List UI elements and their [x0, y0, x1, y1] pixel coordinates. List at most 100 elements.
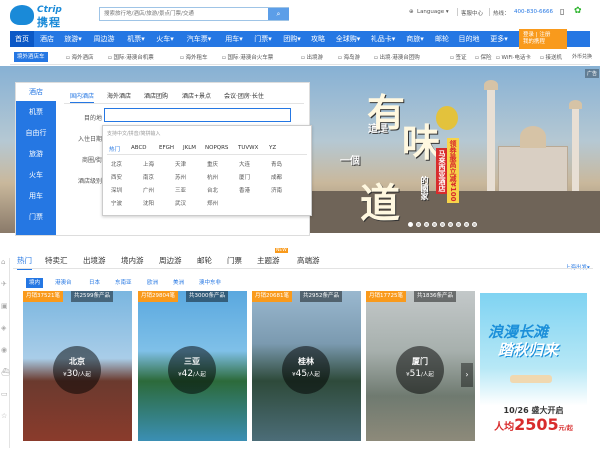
- pagination-dot[interactable]: [456, 222, 461, 227]
- destination-card-xiamen[interactable]: 月销17725笔 共1836条产品 厦门 ¥51/人起: [366, 291, 475, 441]
- ship-icon[interactable]: ⛴: [1, 368, 10, 376]
- ticket-icon[interactable]: ▭: [1, 390, 9, 398]
- tab-overseas-hotel[interactable]: 海外酒店: [107, 91, 131, 100]
- subnav-insurance[interactable]: ▫ 保险: [475, 53, 492, 61]
- sec-tab-cruise[interactable]: 邮轮: [197, 255, 212, 266]
- side-tab-tour[interactable]: 旅游: [16, 145, 56, 163]
- nav-nearby[interactable]: 周边游: [88, 31, 120, 47]
- city-option[interactable]: 苏州: [175, 173, 186, 181]
- dd-tab-tuvwx[interactable]: TUVWX: [238, 145, 258, 151]
- language-link[interactable]: Language ▾: [417, 9, 449, 15]
- dd-tab-yz[interactable]: YZ: [269, 145, 276, 151]
- subnav-car-rental[interactable]: ▫ 海外租车: [180, 53, 208, 61]
- city-option[interactable]: 青岛: [271, 160, 282, 168]
- sec-tab-sale[interactable]: 特卖汇: [45, 255, 68, 266]
- tab-meeting[interactable]: 会议·团房·长住: [224, 91, 264, 100]
- pagination-dot[interactable]: [408, 222, 413, 227]
- nav-car[interactable]: 用车▾: [221, 31, 247, 47]
- sec-tab-theme[interactable]: 主题游: [257, 255, 280, 266]
- nav-hotel[interactable]: 酒店: [36, 31, 58, 47]
- sec-tab-tickets[interactable]: 门票: [227, 255, 242, 266]
- city-option[interactable]: 天津: [175, 160, 186, 168]
- region-domestic[interactable]: 境内: [26, 278, 44, 288]
- subnav-overseas-hotel[interactable]: ▫ 海外酒店: [66, 53, 94, 61]
- subnav-transfer[interactable]: ▫ 接送机: [540, 53, 562, 61]
- nav-business[interactable]: 商旅▾: [402, 31, 428, 47]
- side-tab-car[interactable]: 用车: [16, 187, 56, 205]
- sec-tab-outbound[interactable]: 出境游: [83, 255, 106, 266]
- destination-input[interactable]: [104, 108, 291, 122]
- city-option[interactable]: 武汉: [175, 199, 186, 207]
- user-login-box[interactable]: 登录 | 注册 我的携程: [519, 29, 567, 49]
- tab-hotel-attraction[interactable]: 酒店+景点: [182, 91, 211, 100]
- subnav-currency[interactable]: 外币兑换: [572, 53, 592, 60]
- pagination-dot[interactable]: [464, 222, 469, 227]
- sec-tab-luxury[interactable]: 高端游: [297, 255, 320, 266]
- city-option[interactable]: 厦门: [239, 173, 250, 181]
- pagination-dot[interactable]: [472, 222, 477, 227]
- mobile-icon[interactable]: ▯: [560, 7, 564, 16]
- sec-tab-domestic[interactable]: 境内游: [121, 255, 144, 266]
- city-option[interactable]: 杭州: [207, 173, 218, 181]
- region-sea[interactable]: 东南亚: [112, 278, 135, 288]
- subnav-outbound[interactable]: ▫ 出境游: [301, 53, 323, 61]
- side-tab-flight[interactable]: 机票: [16, 103, 56, 121]
- city-option[interactable]: 深圳: [111, 186, 122, 194]
- side-tab-tickets[interactable]: 门票: [16, 208, 56, 226]
- city-option[interactable]: 广州: [143, 186, 154, 194]
- login-link[interactable]: 登录 | 注册: [523, 32, 563, 39]
- city-option[interactable]: 上海: [143, 160, 154, 168]
- region-japan[interactable]: 日本: [86, 278, 103, 288]
- region-aus-me-af[interactable]: 澳中东非: [196, 278, 224, 288]
- city-option[interactable]: 成都: [271, 173, 282, 181]
- ctrip-logo[interactable]: Ctrip 携程: [10, 2, 88, 29]
- subnav-intl-train[interactable]: ▫ 国际·港澳台火车票: [222, 53, 273, 61]
- nav-destination[interactable]: 目的地: [455, 31, 483, 47]
- pagination-dot[interactable]: [416, 222, 421, 227]
- side-tab-freetravel[interactable]: 自由行: [16, 124, 56, 142]
- nav-giftcard[interactable]: 礼品卡▾: [367, 31, 399, 47]
- nav-bus[interactable]: 汽车票▾: [180, 31, 218, 47]
- help-link[interactable]: 客服中心: [461, 9, 483, 17]
- sec-tab-nearby[interactable]: 周边游: [159, 255, 182, 266]
- nav-shopping[interactable]: 全球购▾: [332, 31, 364, 47]
- nav-cruise[interactable]: 邮轮: [431, 31, 453, 47]
- subnav-visa[interactable]: ▫ 签证: [450, 53, 467, 61]
- city-option[interactable]: 台北: [207, 186, 218, 194]
- nav-tickets[interactable]: 门票▾: [250, 31, 276, 47]
- boracay-ad-card[interactable]: 浪漫长滩 踏秋归来 10/26 盛大开启 人均2505元/起: [480, 293, 587, 443]
- region-europe[interactable]: 欧洲: [144, 278, 161, 288]
- pagination-dot[interactable]: [440, 222, 445, 227]
- pagination-dot[interactable]: [432, 222, 437, 227]
- search-input[interactable]: [100, 8, 266, 20]
- side-tab-hotel[interactable]: 酒店: [16, 83, 56, 101]
- subnav-wifi[interactable]: ▫ WiFi·电话卡: [496, 53, 531, 61]
- departure-select[interactable]: 上海出发▾: [565, 263, 590, 271]
- city-option[interactable]: 香港: [239, 186, 250, 194]
- bag-icon[interactable]: ▣: [1, 302, 9, 310]
- dd-tab-jklm[interactable]: JKLM: [183, 145, 196, 151]
- tab-hotel-groupbuy[interactable]: 酒店团购: [144, 91, 168, 100]
- side-tab-train[interactable]: 火车: [16, 166, 56, 184]
- city-option[interactable]: 济南: [271, 186, 282, 194]
- nav-flights[interactable]: 机票▾: [123, 31, 149, 47]
- nav-groupbuy[interactable]: 团购▾: [279, 31, 305, 47]
- dd-tab-hot[interactable]: 热门: [109, 145, 120, 153]
- city-option[interactable]: 南京: [143, 173, 154, 181]
- dd-tab-efgh[interactable]: EFGH: [159, 145, 174, 151]
- region-americas[interactable]: 美洲: [170, 278, 187, 288]
- city-option[interactable]: 北京: [111, 160, 122, 168]
- city-option[interactable]: 三亚: [175, 186, 186, 194]
- home-icon[interactable]: ⌂: [1, 258, 9, 266]
- city-option[interactable]: 西安: [111, 173, 122, 181]
- city-option[interactable]: 沈阳: [143, 199, 154, 207]
- nav-home[interactable]: 首页: [10, 31, 34, 47]
- city-option[interactable]: 大连: [239, 160, 250, 168]
- destination-card-beijing[interactable]: 月销37521笔 共2599条产品 北京 ¥30/人起: [23, 291, 132, 441]
- nav-train[interactable]: 火车▾: [152, 31, 178, 47]
- wechat-icon[interactable]: ✿: [574, 6, 582, 16]
- city-option[interactable]: 重庆: [207, 160, 218, 168]
- search-button[interactable]: ⌕: [268, 8, 289, 20]
- star-icon[interactable]: ☆: [1, 412, 9, 420]
- region-hkmacau[interactable]: 港澳台: [52, 278, 75, 288]
